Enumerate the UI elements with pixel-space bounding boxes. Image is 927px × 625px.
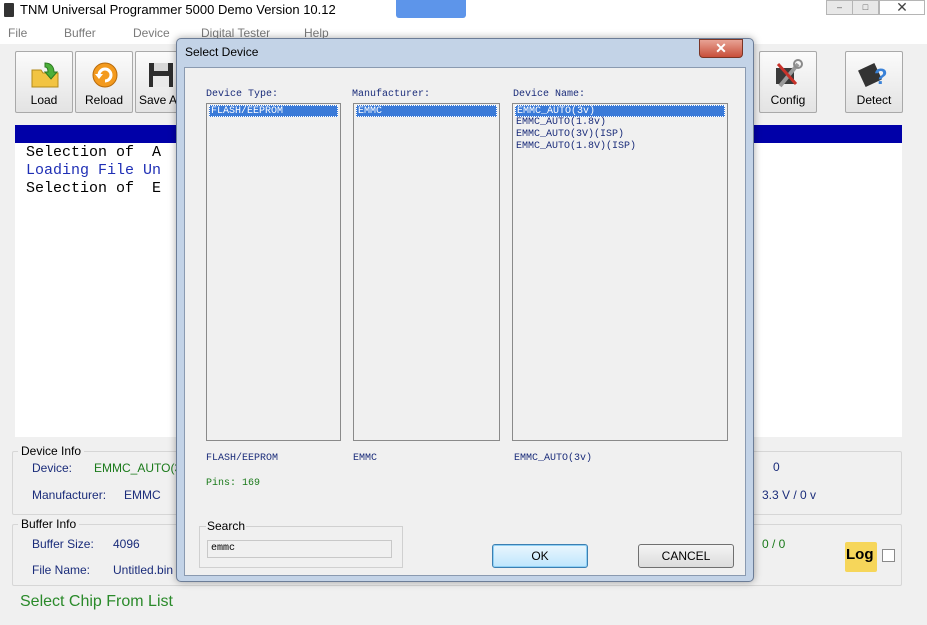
maximize-button[interactable]: □ xyxy=(852,0,879,15)
save-as-button[interactable]: Save A xyxy=(135,51,181,113)
save-icon xyxy=(149,63,173,87)
selected-device-type: FLASH/EEPROM xyxy=(206,453,279,464)
device-type-list[interactable]: FLASH/EEPROM xyxy=(206,103,341,441)
config-label: Config xyxy=(770,93,806,107)
reload-icon xyxy=(92,62,118,88)
manufacturer-header: Manufacturer: xyxy=(352,89,431,100)
log-line: Loading File Un xyxy=(26,162,162,179)
load-icon xyxy=(31,62,59,88)
selected-device-name: EMMC_AUTO(3v) xyxy=(514,453,593,464)
reload-label: Reload xyxy=(84,93,124,107)
detect-button[interactable]: ? Detect xyxy=(845,51,903,113)
save-label: Save A xyxy=(138,93,178,107)
log-line: Selection of E xyxy=(26,180,162,197)
list-item[interactable]: EMMC_AUTO(3V)(ISP) xyxy=(515,129,624,141)
manufacturer-list[interactable]: EMMC xyxy=(353,103,500,441)
manufacturer-value: EMMC xyxy=(124,488,161,502)
cancel-button[interactable]: CANCEL xyxy=(638,544,734,568)
log-label: Log xyxy=(846,546,874,563)
reload-button[interactable]: Reload xyxy=(75,51,133,113)
dialog-close-button[interactable]: ✕ xyxy=(699,39,743,58)
buffer-info-title: Buffer Info xyxy=(18,517,80,531)
log-checkbox[interactable] xyxy=(882,549,895,562)
close-window-button[interactable]: ✕ xyxy=(879,0,925,15)
minimize-button[interactable]: – xyxy=(826,0,853,15)
voltage-value: 3.3 V / 0 v xyxy=(762,488,817,502)
buffer-size-value: 4096 xyxy=(113,537,140,551)
list-item[interactable]: FLASH/EEPROM xyxy=(209,105,338,117)
app-icon xyxy=(4,3,14,17)
list-item[interactable]: EMMC xyxy=(356,105,497,117)
select-device-dialog: Select Device ✕ Device Type: Manufacture… xyxy=(176,38,754,582)
config-button[interactable]: Config xyxy=(759,51,817,113)
log-icon[interactable]: Log xyxy=(845,542,877,572)
load-button[interactable]: Load xyxy=(15,51,73,113)
pins-count: Pins: 169 xyxy=(206,478,261,489)
device-name-header: Device Name: xyxy=(513,89,586,100)
device-label: Device: xyxy=(32,461,73,475)
dialog-body: Device Type: Manufacturer: Device Name: … xyxy=(184,67,746,576)
svg-text:?: ? xyxy=(874,64,887,89)
file-name-label: File Name: xyxy=(32,563,91,577)
device-info-right-value: 0 xyxy=(773,460,780,474)
selected-manufacturer: EMMC xyxy=(353,453,378,464)
ok-button[interactable]: OK xyxy=(492,544,588,568)
device-info-title: Device Info xyxy=(18,444,85,458)
menu-device[interactable]: Device xyxy=(133,26,170,40)
status-message: Select Chip From List xyxy=(20,593,173,610)
checksum-value: 0 / 0 xyxy=(762,537,786,551)
detect-label: Detect xyxy=(856,93,892,107)
dialog-title: Select Device xyxy=(185,45,259,59)
menu-buffer[interactable]: Buffer xyxy=(64,26,96,40)
list-item[interactable]: EMMC_AUTO(1.8V)(ISP) xyxy=(515,141,636,153)
window-title: TNM Universal Programmer 5000 Demo Versi… xyxy=(20,2,336,17)
list-item[interactable]: EMMC_AUTO(1.8v) xyxy=(515,117,606,129)
title-bar-highlight xyxy=(396,0,466,18)
menu-file[interactable]: File xyxy=(8,26,27,40)
manufacturer-label: Manufacturer: xyxy=(32,488,107,502)
config-icon xyxy=(776,59,803,88)
log-line: Selection of A xyxy=(26,144,162,161)
device-value: EMMC_AUTO(3 xyxy=(94,461,182,475)
search-label: Search xyxy=(206,519,247,533)
device-name-list[interactable]: EMMC_AUTO(3v) EMMC_AUTO(1.8v) EMMC_AUTO(… xyxy=(512,103,728,441)
file-name-value: Untitled.bin xyxy=(113,563,174,577)
search-input[interactable]: emmc xyxy=(207,540,392,558)
title-bar: TNM Universal Programmer 5000 Demo Versi… xyxy=(0,0,927,22)
load-label: Load xyxy=(30,93,58,107)
list-item[interactable]: EMMC_AUTO(3v) xyxy=(515,105,725,117)
buffer-size-label: Buffer Size: xyxy=(32,537,94,551)
device-type-header: Device Type: xyxy=(206,89,279,100)
detect-icon: ? xyxy=(858,63,887,89)
